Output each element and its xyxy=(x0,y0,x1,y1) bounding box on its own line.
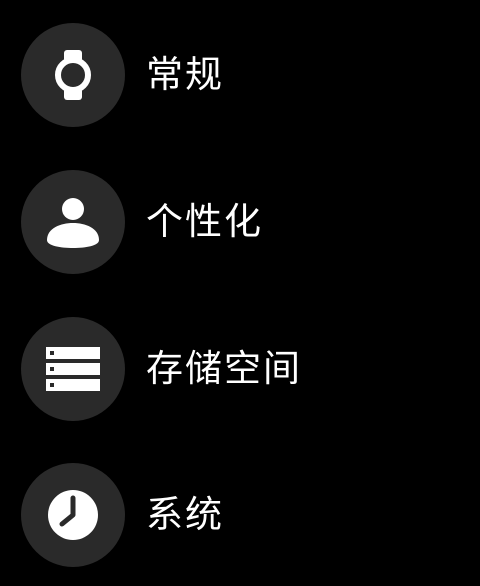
menu-item-storage[interactable]: 存储空间 xyxy=(0,314,480,424)
menu-item-label: 个性化 xyxy=(146,200,263,243)
menu-item-label: 存储空间 xyxy=(146,347,302,390)
menu-item-label: 系统 xyxy=(146,493,224,536)
menu-item-personalization[interactable]: 个性化 xyxy=(0,167,480,277)
menu-item-label: 常规 xyxy=(146,53,224,96)
settings-screen: 常规 个性化 存储空间 系统 xyxy=(0,0,480,586)
person-icon xyxy=(21,170,125,274)
menu-item-general[interactable]: 常规 xyxy=(0,20,480,130)
menu-item-system[interactable]: 系统 xyxy=(0,460,480,570)
clock-icon xyxy=(21,463,125,567)
storage-icon xyxy=(21,317,125,421)
settings-menu-list: 常规 个性化 存储空间 系统 xyxy=(0,0,480,586)
watch-icon xyxy=(21,23,125,127)
